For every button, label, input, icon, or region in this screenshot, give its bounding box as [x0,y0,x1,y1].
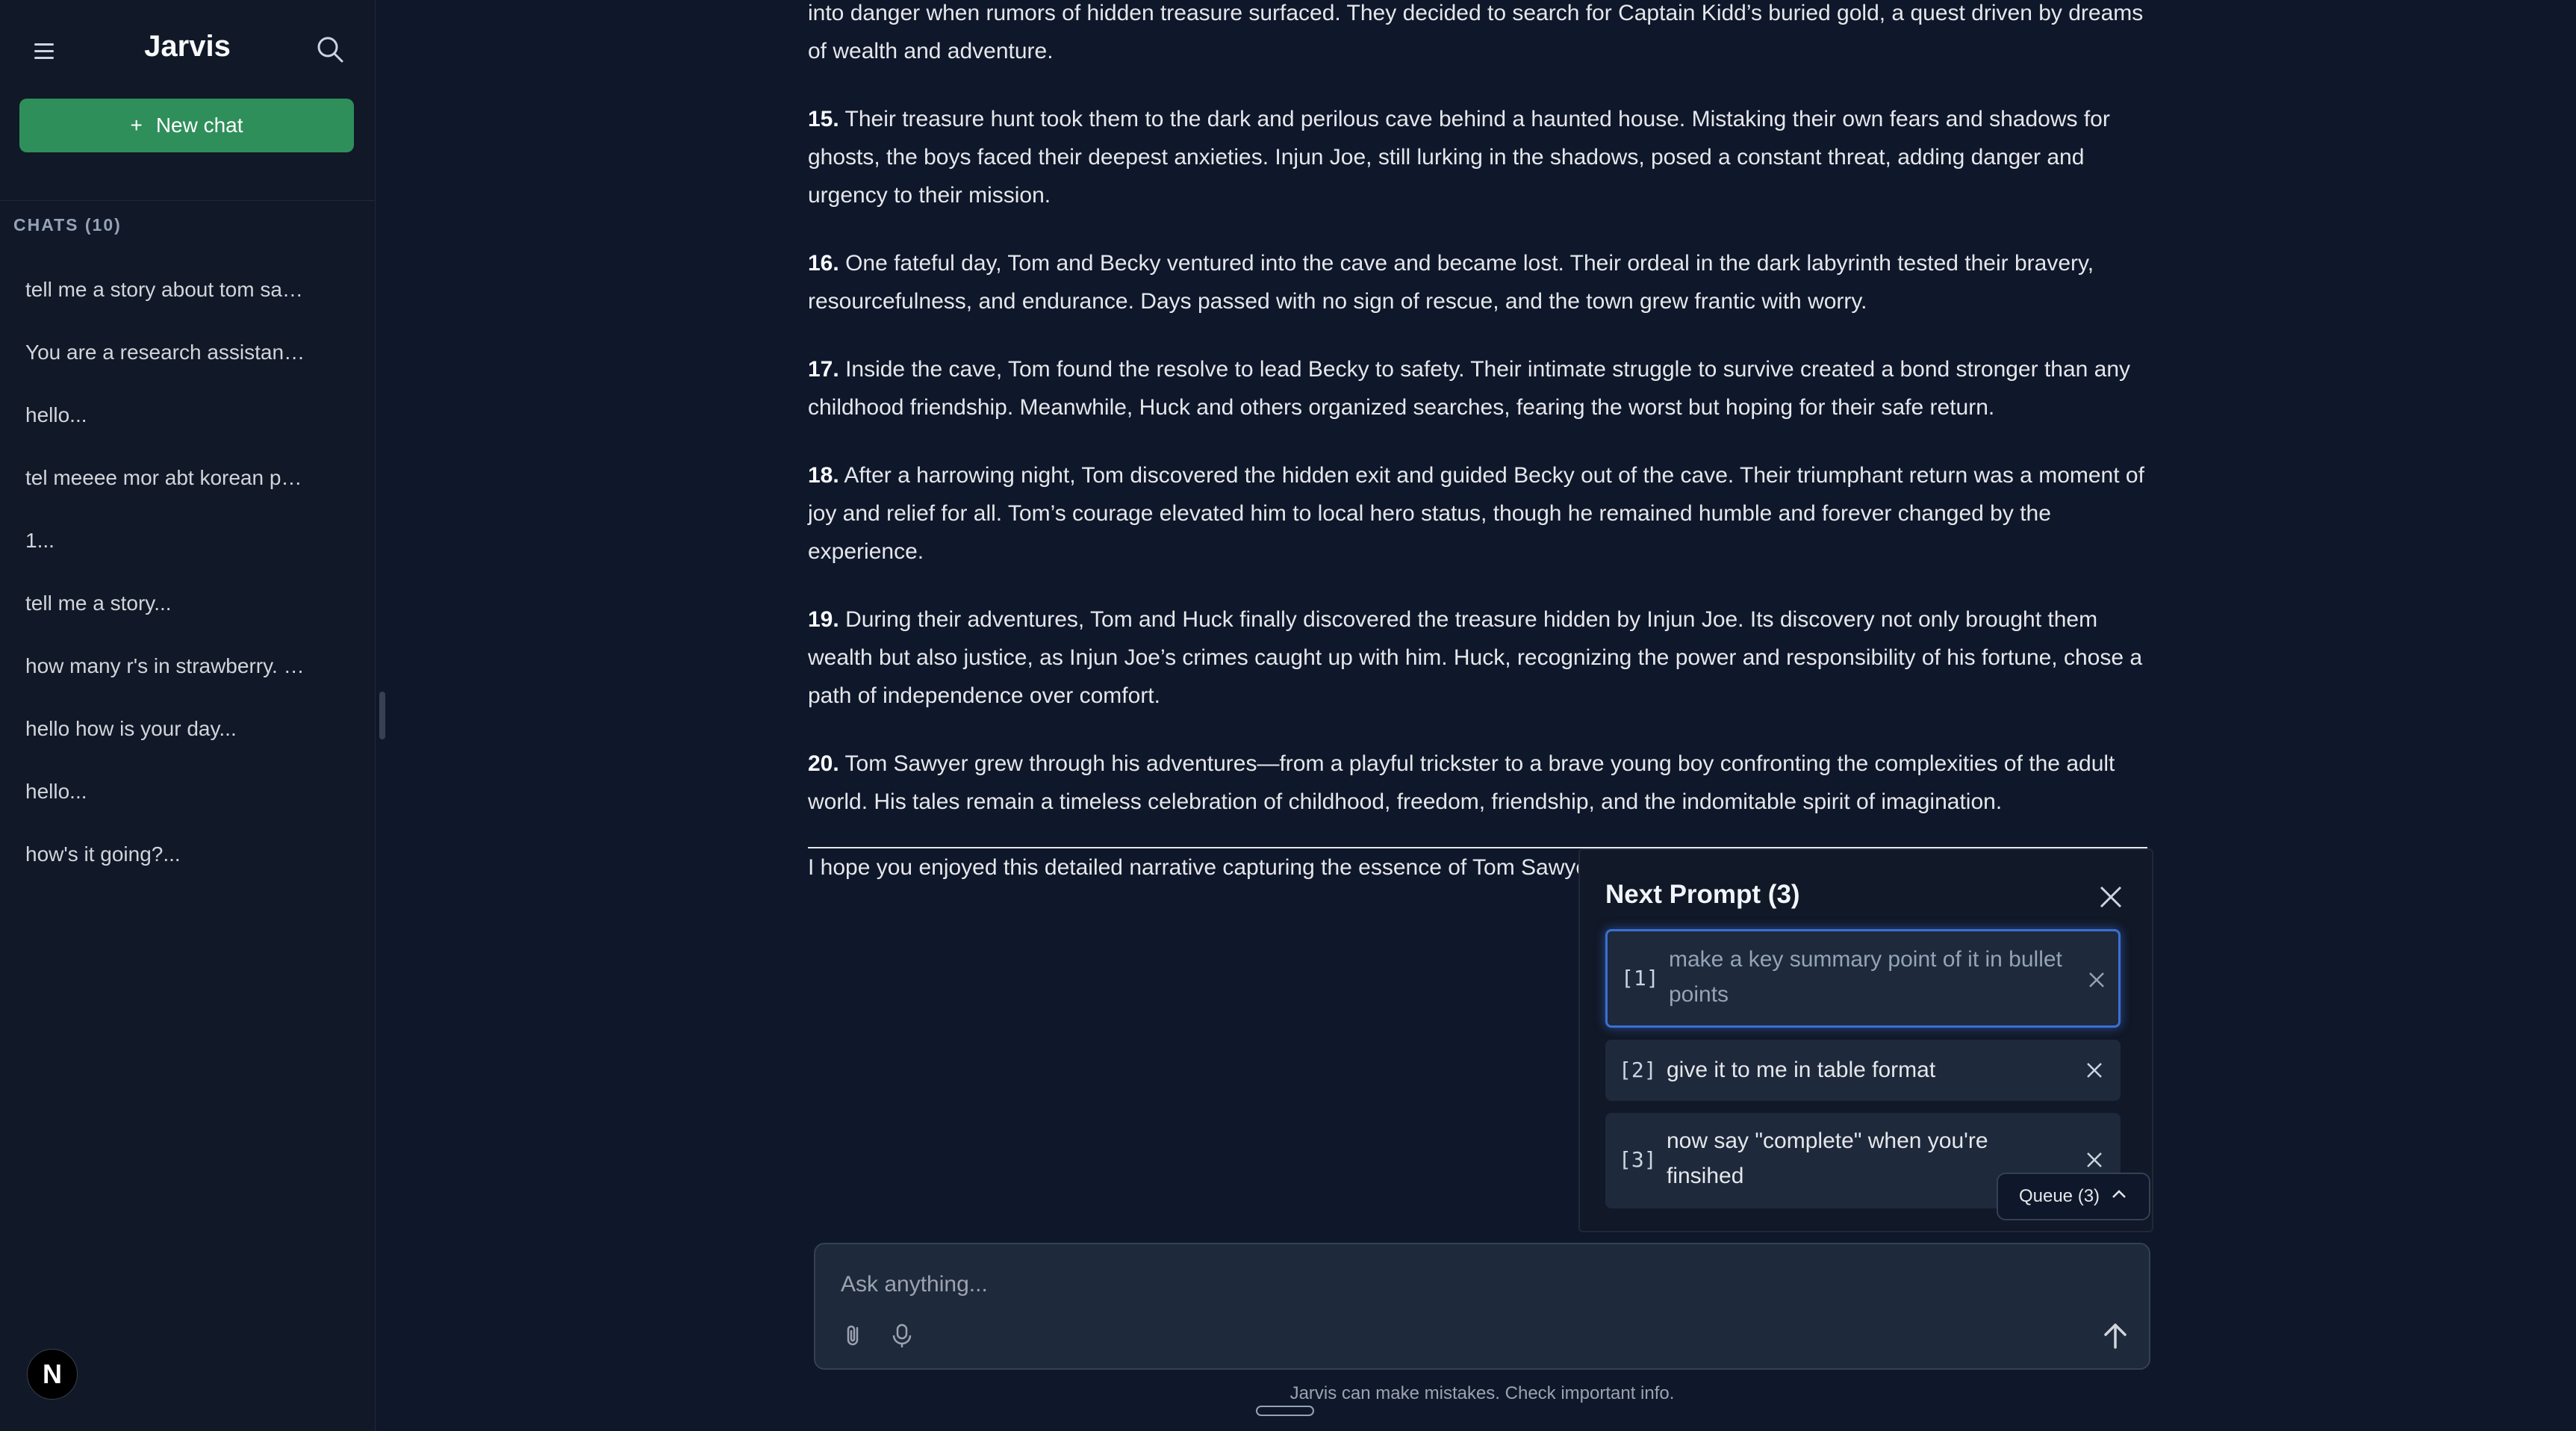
story-item-17: 17. Inside the cave, Tom found the resol… [808,350,2147,426]
queue-toggle-button[interactable]: Queue (3) [1997,1173,2150,1220]
item-number: 17. [808,357,839,382]
sidebar-divider [0,200,375,201]
item-text: Tom Sawyer grew through his adventures—f… [808,751,2115,814]
item-number: 19. [808,607,839,632]
item-number: 15. [808,107,839,131]
chat-item[interactable]: hello how is your day... [25,717,324,780]
chat-item[interactable]: tell me a story about tom sa… [25,278,324,341]
remove-icon[interactable] [2085,969,2108,991]
chat-item[interactable]: how many r's in strawberry. … [25,654,324,717]
item-text: Their treasure hunt took them to the dar… [808,107,2110,208]
assistant-message: into danger when rumors of hidden treasu… [808,0,2147,851]
arrow-up-icon[interactable] [2097,1317,2134,1355]
microphone-icon[interactable] [887,1320,917,1350]
chat-item[interactable]: how's it going?... [25,842,324,905]
queue-item-index: [1] [1621,966,1659,990]
chat-item[interactable]: 1... [25,529,324,592]
panel-title: Next Prompt (3) [1605,880,1800,909]
item-text: After a harrowing night, Tom discovered … [808,463,2144,564]
item-text: Inside the cave, Tom found the resolve t… [808,357,2131,420]
item-text: During their adventures, Tom and Huck fi… [808,607,2143,708]
chat-item[interactable]: tell me a story... [25,592,324,654]
new-chat-button[interactable]: + New chat [19,99,354,152]
story-item-18: 18. After a harrowing night, Tom discove… [808,456,2147,571]
message-input[interactable] [839,1265,1962,1304]
chats-header: CHATS (10) [13,215,122,235]
item-number: 20. [808,751,839,776]
story-item-16: 16. One fateful day, Tom and Becky ventu… [808,244,2147,320]
queue-item[interactable]: [1] make a key summary point of it in bu… [1605,929,2121,1028]
message-paragraph: into danger when rumors of hidden treasu… [808,1,2144,63]
story-item-20: 20. Tom Sawyer grew through his adventur… [808,745,2147,821]
chat-item[interactable]: hello... [25,403,324,466]
chat-item[interactable]: You are a research assistan… [25,341,324,403]
new-chat-label: New chat [155,114,243,137]
item-text: One fateful day, Tom and Becky ventured … [808,251,2094,314]
composer [814,1243,2150,1370]
search-icon[interactable] [314,33,346,66]
remove-icon[interactable] [2083,1149,2106,1171]
queue-toggle-label: Queue (3) [2018,1186,2100,1206]
chat-item[interactable]: hello... [25,780,324,842]
scroll-indicator[interactable] [1256,1406,1314,1416]
queue-item-text: make a key summary point of it in bullet… [1669,947,2062,1007]
user-avatar[interactable]: N [27,1349,78,1400]
chevron-up-icon [2110,1185,2128,1208]
queue-item-text: give it to me in table format [1667,1058,1936,1082]
sidebar: Jarvis + New chat CHATS (10) tell me a s… [0,0,376,1431]
story-item-15: 15. Their treasure hunt took them to the… [808,100,2147,214]
item-number: 16. [808,251,839,276]
queue-item[interactable]: [2] give it to me in table format [1605,1040,2121,1101]
story-item-19: 19. During their adventures, Tom and Huc… [808,600,2147,715]
disclaimer: Jarvis can make mistakes. Check importan… [1289,1383,1675,1403]
chat-item[interactable]: tel meeee mor abt korean p… [25,466,324,529]
remove-icon[interactable] [2083,1059,2106,1081]
paperclip-icon[interactable] [839,1320,869,1350]
sidebar-resize-handle[interactable] [379,692,385,739]
item-number: 18. [808,463,839,488]
queue-item-index: [2] [1619,1058,1657,1082]
queue-item-index: [3] [1619,1147,1657,1172]
chat-list: tell me a story about tom sa… You are a … [25,278,324,905]
plus-icon: + [130,114,143,137]
close-icon[interactable] [2095,881,2127,913]
